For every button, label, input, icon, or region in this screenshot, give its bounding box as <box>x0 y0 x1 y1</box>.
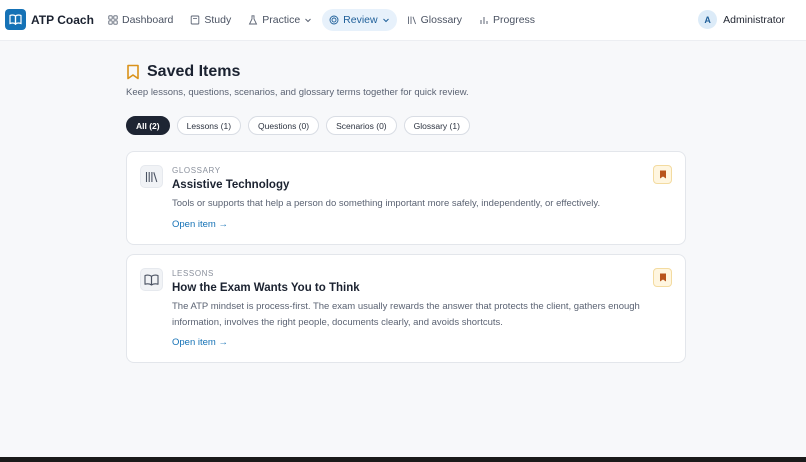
flask-icon <box>248 15 258 25</box>
brand-name: ATP Coach <box>31 12 94 27</box>
item-title: Assistive Technology <box>172 179 290 191</box>
nav-label: Practice <box>262 14 301 26</box>
open-book-icon <box>140 268 163 291</box>
chevron-down-icon <box>304 16 312 24</box>
user-menu[interactable]: A Administrator <box>698 10 785 29</box>
book-logo-icon <box>5 9 26 30</box>
dashboard-icon <box>108 15 118 25</box>
item-title: How the Exam Wants You to Think <box>172 282 360 294</box>
item-description: The ATP mindset is process-first. The ex… <box>172 301 640 328</box>
nav-label: Review <box>343 14 378 26</box>
top-nav: ATP Coach Dashboard Study Practice Revie… <box>0 0 806 41</box>
saved-item-card: GLOSSARY Assistive Technology Tools or s… <box>126 151 686 245</box>
remove-bookmark-button[interactable] <box>653 268 672 287</box>
nav-label: Glossary <box>420 14 463 26</box>
filter-scenarios[interactable]: Scenarios (0) <box>326 116 397 135</box>
user-name: Administrator <box>723 13 785 26</box>
bookmark-filled-icon <box>659 273 667 282</box>
nav-review[interactable]: Review <box>322 9 397 31</box>
page-subtitle: Keep lessons, questions, scenarios, and … <box>126 87 469 98</box>
book-icon <box>190 15 200 25</box>
brand[interactable]: ATP Coach <box>5 9 94 30</box>
page-title: Saved Items <box>147 63 241 80</box>
filter-all[interactable]: All (2) <box>126 116 170 135</box>
nav-progress[interactable]: Progress <box>472 9 542 31</box>
nav-dashboard[interactable]: Dashboard <box>101 9 180 31</box>
chevron-down-icon <box>382 16 390 24</box>
bottom-bar <box>0 457 806 462</box>
bookmark-filled-icon <box>659 170 667 179</box>
filter-glossary[interactable]: Glossary (1) <box>403 116 470 135</box>
library-icon <box>140 165 163 188</box>
nav-study[interactable]: Study <box>183 9 238 31</box>
nav-label: Study <box>204 14 232 26</box>
library-icon <box>407 15 417 25</box>
avatar: A <box>698 10 718 29</box>
open-item-link[interactable]: Open item → <box>172 219 228 230</box>
item-description: Tools or supports that help a person do … <box>172 198 601 209</box>
title-row: Saved Items <box>126 63 469 81</box>
remove-bookmark-button[interactable] <box>653 165 672 184</box>
bookmark-icon <box>126 64 140 80</box>
item-kind: GLOSSARY <box>172 166 221 175</box>
nav-glossary[interactable]: Glossary <box>400 9 469 31</box>
bar-chart-icon <box>479 15 489 25</box>
filter-questions[interactable]: Questions (0) <box>248 116 320 135</box>
nav-label: Dashboard <box>122 14 174 26</box>
nav-items: Dashboard Study Practice Review Glossary… <box>101 9 545 31</box>
filter-lessons[interactable]: Lessons (1) <box>176 116 242 135</box>
nav-practice[interactable]: Practice <box>241 9 319 31</box>
saved-item-card: LESSONS How the Exam Wants You to Think … <box>126 254 686 363</box>
filter-chips: All (2) Lessons (1) Questions (0) Scenar… <box>126 116 477 135</box>
open-item-link[interactable]: Open item → <box>172 337 228 348</box>
item-kind: LESSONS <box>172 269 214 278</box>
nav-label: Progress <box>493 14 536 26</box>
page-header: Saved Items Keep lessons, questions, sce… <box>126 63 469 98</box>
target-icon <box>329 15 339 25</box>
